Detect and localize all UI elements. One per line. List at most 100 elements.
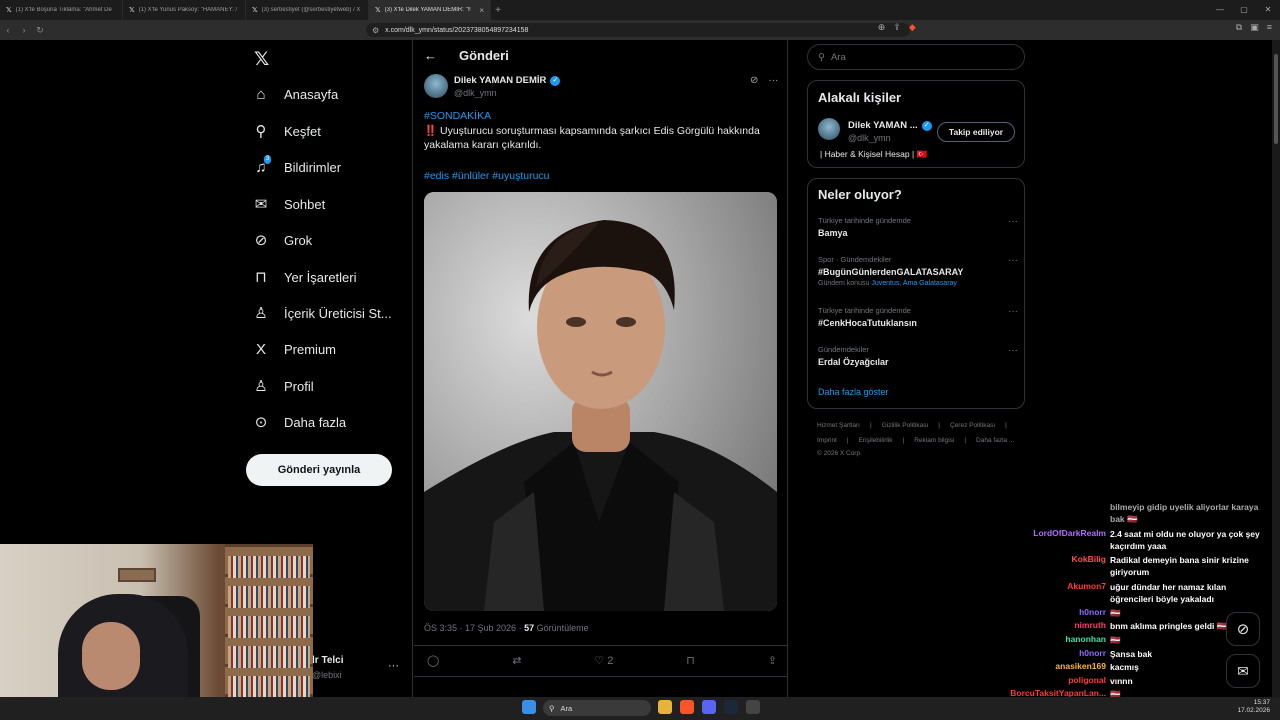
extensions-icon[interactable]: ⧉ <box>1236 22 1242 33</box>
messages-floating-icon[interactable]: ✉ <box>1226 654 1260 688</box>
sidebar-item-label: Profil <box>284 378 314 394</box>
like-button[interactable]: ♡ 2 <box>594 654 613 667</box>
scrollbar[interactable] <box>1272 40 1280 700</box>
maximize-icon[interactable]: ▢ <box>1232 0 1256 20</box>
browser-tab-2[interactable]: 𝕏 (1) X'te Yunus Paksoy: "HAMANEY: / <box>123 0 246 20</box>
sidebar-item-sohbet[interactable]: ✉ Sohbet <box>252 195 326 213</box>
sidebar-item-label: İçerik Üreticisi St... <box>284 305 392 321</box>
repost-icon[interactable]: ⇄ <box>512 654 521 667</box>
more-options-icon[interactable]: ··· <box>1008 216 1018 227</box>
sidebar-item-yer-i-şaretleri[interactable]: ⊓ Yer İşaretleri <box>252 268 356 286</box>
author-avatar[interactable] <box>424 74 448 98</box>
brave-shield-icon[interactable]: ◆ <box>909 22 916 33</box>
browser-tab-1[interactable]: 𝕏 (1) X'te Boşuna Tıklama: "Ahmet De <box>0 0 123 20</box>
grok-icon[interactable]: ⊘ <box>750 75 758 86</box>
more-options-icon[interactable]: ··· <box>1008 345 1018 356</box>
sidebar-item-anasayfa[interactable]: ⌂ Anasayfa <box>252 86 338 103</box>
taskbar-clock[interactable]: 15:37 17.02.2026 <box>1237 699 1270 715</box>
browser-tab-3[interactable]: 𝕏 (3) serbestiyet (@serbestiyetweb) / X <box>246 0 369 20</box>
sidebar-item-keşfet[interactable]: ⚲ Keşfet <box>252 122 321 140</box>
sidebar-item-daha-fazla[interactable]: ⊙ Daha fazla <box>252 413 346 431</box>
address-bar[interactable]: ⚙ x.com/dlk_ymn/status/20237380548972341… <box>366 23 910 37</box>
share-icon[interactable]: ⇪ <box>768 654 777 667</box>
footer-link[interactable]: Hizmet Şartları <box>817 422 860 429</box>
chat-message: KokBilig Radikal demeyin bana sinir krizi… <box>998 554 1274 578</box>
footer-link[interactable]: Reklam bilgisi <box>914 437 954 444</box>
url-text: x.com/dlk_ymn/status/2023738054897234158 <box>385 26 529 34</box>
trend-item[interactable]: Spor · Gündemdekiler #BugünGünlerdenGALA… <box>818 255 1018 287</box>
trend-topic-links[interactable]: Juventus, Ama Galatasaray <box>871 280 957 287</box>
sidebar-item-i-çerik-üreticisi-st-[interactable]: ♙ İçerik Üreticisi St... <box>252 304 392 322</box>
zoom-icon[interactable]: ⊕ <box>878 22 886 33</box>
following-button[interactable]: Takip ediliyor <box>937 122 1015 142</box>
more-options-icon[interactable]: ··· <box>768 75 778 86</box>
related-avatar[interactable] <box>818 118 840 140</box>
account-more-icon[interactable]: ··· <box>388 660 399 672</box>
more-options-icon[interactable]: ··· <box>1008 306 1018 317</box>
minimize-icon[interactable]: — <box>1208 0 1232 20</box>
trends-card: Neler oluyor? Türkiye tarihinde gündemde… <box>807 178 1025 409</box>
x-logo-icon[interactable]: 𝕏 <box>254 48 269 71</box>
browser-tab-active[interactable]: 𝕏 (3) X'te Dilek YAMAN DEMİR: "‼ × <box>369 0 491 20</box>
menu-icon[interactable]: ≡ <box>1267 22 1272 33</box>
start-icon[interactable] <box>522 700 536 714</box>
sidebar-item-bildirimler[interactable]: ♫ 3 Bildirimler <box>252 155 341 176</box>
footer-link[interactable]: Gizlilik Politikası <box>882 422 929 429</box>
discord-icon[interactable] <box>702 700 716 714</box>
related-name[interactable]: Dilek YAMAN ... ✓ <box>848 120 932 131</box>
show-more-link[interactable]: Daha fazla göster <box>818 387 889 397</box>
new-tab-icon[interactable]: + <box>491 5 505 16</box>
reply-icon[interactable]: ◯ <box>427 654 439 667</box>
chat-username <box>998 501 1106 525</box>
close-window-icon[interactable]: ✕ <box>1256 0 1280 20</box>
trend-item[interactable]: Türkiye tarihinde gündemde Bamya ··· <box>818 216 1018 238</box>
sidebar-item-profil[interactable]: ♙ Profil <box>252 377 314 395</box>
forward-icon[interactable]: › <box>16 25 32 35</box>
taskbar-search[interactable]: ⚲ Ara <box>543 700 651 716</box>
chat-username: anasiken169 <box>1055 661 1106 671</box>
heart-icon: ♡ <box>594 655 605 667</box>
wallet-icon[interactable]: ▣ <box>1250 22 1259 33</box>
trend-item[interactable]: Gündemdekiler Erdal Özyağcılar ··· <box>818 345 1018 367</box>
post-image[interactable] <box>424 192 777 611</box>
author-name[interactable]: Dilek YAMAN DEMİR ✓ <box>454 75 561 86</box>
hashtag-sondakika[interactable]: #SONDAKİKA <box>424 110 491 122</box>
related-handle[interactable]: @dlk_ymn <box>848 133 891 143</box>
brave-browser-icon[interactable] <box>680 700 694 714</box>
file-explorer-icon[interactable] <box>658 700 672 714</box>
footer-link[interactable]: Erişilebilirlik <box>859 437 893 444</box>
back-icon[interactable]: ‹ <box>0 25 16 35</box>
reload-icon[interactable]: ↻ <box>32 25 48 36</box>
steam-icon[interactable] <box>724 700 738 714</box>
grok-floating-icon[interactable]: ⊘ <box>1226 612 1260 646</box>
post-hashtags[interactable]: #edis #ünlüler #uyuşturucu <box>424 170 550 182</box>
footer-link[interactable]: Çerez Politikası <box>950 422 995 429</box>
share-icon[interactable]: ⇪ <box>893 22 901 33</box>
footer-link[interactable]: Daha fazla ... <box>976 437 1014 444</box>
sidebar-item-premium[interactable]: X Premium <box>252 341 336 358</box>
footer-link[interactable]: Imprint <box>817 437 837 444</box>
chat-text: Radikal demeyin bana sinir krizine giriy… <box>1110 555 1249 577</box>
sidebar-item-grok[interactable]: ⊘ Grok <box>252 231 312 249</box>
scrollbar-thumb[interactable] <box>1274 54 1278 144</box>
verified-badge-icon: ✓ <box>550 75 561 86</box>
account-handle[interactable]: @lebixi <box>312 670 342 680</box>
author-handle[interactable]: @dlk_ymn <box>454 88 497 98</box>
card-title: Neler oluyor? <box>818 187 902 202</box>
post-button[interactable]: Gönderi yayınla <box>246 454 392 486</box>
bookmark-icon[interactable]: ⊓ <box>686 654 695 667</box>
back-arrow-icon[interactable]: ← <box>424 48 437 63</box>
column-divider <box>412 40 413 700</box>
search-input[interactable]: ⚲ Ara <box>807 44 1025 70</box>
webcam-overlay <box>0 544 313 720</box>
chat-username: Akumon7 <box>1067 581 1106 591</box>
account-name[interactable]: lr Telci <box>312 655 344 666</box>
site-info-icon[interactable]: ⚙ <box>372 26 379 35</box>
trend-item[interactable]: Türkiye tarihinde gündemde #CenkHocaTutu… <box>818 306 1018 328</box>
obs-icon[interactable] <box>746 700 760 714</box>
related-people-card: Alakalı kişiler Dilek YAMAN ... ✓ @dlk_ym… <box>807 80 1025 168</box>
chat-username: LordOfDarkRealm <box>1033 528 1106 538</box>
close-tab-icon[interactable]: × <box>479 6 484 15</box>
chat-message: bilmeyip gidip uyelik aliyorlar karaya b… <box>998 501 1274 525</box>
more-options-icon[interactable]: ··· <box>1008 255 1018 266</box>
